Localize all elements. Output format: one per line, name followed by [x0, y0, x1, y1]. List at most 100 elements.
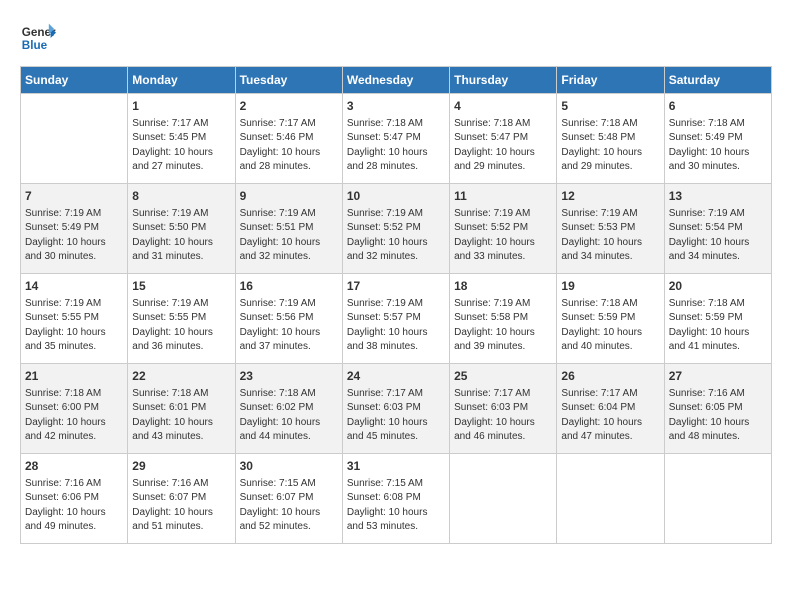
day-number: 27	[669, 368, 767, 385]
day-info: Sunrise: 7:18 AM Sunset: 5:59 PM Dayligh…	[561, 297, 659, 355]
day-info: Sunrise: 7:16 AM Sunset: 6:06 PM Dayligh…	[25, 477, 123, 535]
calendar-cell: 9 Sunrise: 7:19 AM Sunset: 5:51 PM Daylig…	[235, 184, 342, 274]
day-number: 5	[561, 98, 659, 115]
calendar-row: 1 Sunrise: 7:17 AM Sunset: 5:45 PM Daylig…	[21, 94, 772, 184]
day-info: Sunrise: 7:17 AM Sunset: 6:04 PM Dayligh…	[561, 387, 659, 445]
calendar-row: 28 Sunrise: 7:16 AM Sunset: 6:06 PM Dayli…	[21, 454, 772, 544]
calendar-cell: 10 Sunrise: 7:19 AM Sunset: 5:52 PM Dayli…	[342, 184, 449, 274]
day-info: Sunrise: 7:19 AM Sunset: 5:53 PM Dayligh…	[561, 207, 659, 265]
calendar-cell: 1 Sunrise: 7:17 AM Sunset: 5:45 PM Daylig…	[128, 94, 235, 184]
day-number: 19	[561, 278, 659, 295]
day-number: 26	[561, 368, 659, 385]
day-info: Sunrise: 7:15 AM Sunset: 6:07 PM Dayligh…	[240, 477, 338, 535]
day-number: 17	[347, 278, 445, 295]
day-info: Sunrise: 7:18 AM Sunset: 5:59 PM Dayligh…	[669, 297, 767, 355]
day-number: 4	[454, 98, 552, 115]
day-number: 31	[347, 458, 445, 475]
calendar-cell: 19 Sunrise: 7:18 AM Sunset: 5:59 PM Dayli…	[557, 274, 664, 364]
calendar-cell: 8Sunrise: 7:19 AM Sunset: 5:50 PM Daylig…	[128, 184, 235, 274]
calendar-cell: 27 Sunrise: 7:16 AM Sunset: 6:05 PM Dayli…	[664, 364, 771, 454]
weekday-header-monday: Monday	[128, 67, 235, 94]
calendar-cell: 23Sunrise: 7:18 AM Sunset: 6:02 PM Dayli…	[235, 364, 342, 454]
day-number: 11	[454, 188, 552, 205]
calendar-cell: 14 Sunrise: 7:19 AM Sunset: 5:55 PM Dayli…	[21, 274, 128, 364]
day-number: 1	[132, 98, 230, 115]
day-info: Sunrise: 7:18 AM Sunset: 6:01 PM Dayligh…	[132, 387, 230, 445]
weekday-header-wednesday: Wednesday	[342, 67, 449, 94]
calendar-row: 7 Sunrise: 7:19 AM Sunset: 5:49 PM Daylig…	[21, 184, 772, 274]
day-info: Sunrise: 7:16 AM Sunset: 6:07 PM Dayligh…	[132, 477, 230, 535]
calendar-cell: 4 Sunrise: 7:18 AM Sunset: 5:47 PM Daylig…	[450, 94, 557, 184]
day-info: Sunrise: 7:18 AM Sunset: 5:47 PM Dayligh…	[347, 117, 445, 175]
day-info: Sunrise: 7:18 AM Sunset: 6:00 PM Dayligh…	[25, 387, 123, 445]
day-info: Sunrise: 7:19 AM Sunset: 5:49 PM Dayligh…	[25, 207, 123, 265]
day-number: 21	[25, 368, 123, 385]
day-number: 22	[132, 368, 230, 385]
weekday-header-saturday: Saturday	[664, 67, 771, 94]
page-header: General Blue	[20, 20, 772, 56]
day-info: Sunrise: 7:19 AM Sunset: 5:55 PM Dayligh…	[25, 297, 123, 355]
day-info: Sunrise: 7:19 AM Sunset: 5:54 PM Dayligh…	[669, 207, 767, 265]
calendar-row: 21 Sunrise: 7:18 AM Sunset: 6:00 PM Dayli…	[21, 364, 772, 454]
day-number: 14	[25, 278, 123, 295]
day-info: Sunrise: 7:17 AM Sunset: 6:03 PM Dayligh…	[454, 387, 552, 445]
day-info: Sunrise: 7:18 AM Sunset: 5:49 PM Dayligh…	[669, 117, 767, 175]
day-number: 16	[240, 278, 338, 295]
day-number: 15	[132, 278, 230, 295]
day-info: Sunrise: 7:19 AM Sunset: 5:52 PM Dayligh…	[454, 207, 552, 265]
calendar-cell: 31 Sunrise: 7:15 AM Sunset: 6:08 PM Dayli…	[342, 454, 449, 544]
calendar-cell: 17Sunrise: 7:19 AM Sunset: 5:57 PM Dayli…	[342, 274, 449, 364]
day-number: 28	[25, 458, 123, 475]
day-info: Sunrise: 7:19 AM Sunset: 5:52 PM Dayligh…	[347, 207, 445, 265]
calendar-cell: 25Sunrise: 7:17 AM Sunset: 6:03 PM Dayli…	[450, 364, 557, 454]
day-number: 2	[240, 98, 338, 115]
day-info: Sunrise: 7:19 AM Sunset: 5:56 PM Dayligh…	[240, 297, 338, 355]
weekday-header-thursday: Thursday	[450, 67, 557, 94]
day-number: 13	[669, 188, 767, 205]
calendar-table: SundayMondayTuesdayWednesdayThursdayFrid…	[20, 66, 772, 544]
day-info: Sunrise: 7:18 AM Sunset: 5:48 PM Dayligh…	[561, 117, 659, 175]
calendar-cell: 22 Sunrise: 7:18 AM Sunset: 6:01 PM Dayli…	[128, 364, 235, 454]
calendar-cell	[557, 454, 664, 544]
calendar-cell: 29Sunrise: 7:16 AM Sunset: 6:07 PM Dayli…	[128, 454, 235, 544]
calendar-cell: 7 Sunrise: 7:19 AM Sunset: 5:49 PM Daylig…	[21, 184, 128, 274]
svg-text:Blue: Blue	[22, 39, 48, 52]
day-number: 9	[240, 188, 338, 205]
day-info: Sunrise: 7:17 AM Sunset: 5:46 PM Dayligh…	[240, 117, 338, 175]
calendar-cell: 28 Sunrise: 7:16 AM Sunset: 6:06 PM Dayli…	[21, 454, 128, 544]
calendar-cell: 13 Sunrise: 7:19 AM Sunset: 5:54 PM Dayli…	[664, 184, 771, 274]
day-number: 23	[240, 368, 338, 385]
day-info: Sunrise: 7:19 AM Sunset: 5:55 PM Dayligh…	[132, 297, 230, 355]
calendar-cell: 11 Sunrise: 7:19 AM Sunset: 5:52 PM Dayli…	[450, 184, 557, 274]
day-number: 30	[240, 458, 338, 475]
calendar-cell: 16 Sunrise: 7:19 AM Sunset: 5:56 PM Dayli…	[235, 274, 342, 364]
weekday-header-friday: Friday	[557, 67, 664, 94]
calendar-cell: 3 Sunrise: 7:18 AM Sunset: 5:47 PM Daylig…	[342, 94, 449, 184]
logo: General Blue	[20, 20, 56, 56]
day-info: Sunrise: 7:19 AM Sunset: 5:58 PM Dayligh…	[454, 297, 552, 355]
calendar-cell: 18 Sunrise: 7:19 AM Sunset: 5:58 PM Dayli…	[450, 274, 557, 364]
day-number: 24	[347, 368, 445, 385]
day-info: Sunrise: 7:19 AM Sunset: 5:51 PM Dayligh…	[240, 207, 338, 265]
weekday-header-sunday: Sunday	[21, 67, 128, 94]
day-number: 7	[25, 188, 123, 205]
weekday-header-tuesday: Tuesday	[235, 67, 342, 94]
day-number: 10	[347, 188, 445, 205]
day-info: Sunrise: 7:17 AM Sunset: 6:03 PM Dayligh…	[347, 387, 445, 445]
day-info: Sunrise: 7:18 AM Sunset: 5:47 PM Dayligh…	[454, 117, 552, 175]
day-info: Sunrise: 7:17 AM Sunset: 5:45 PM Dayligh…	[132, 117, 230, 175]
logo-icon: General Blue	[20, 20, 56, 56]
calendar-cell	[664, 454, 771, 544]
day-number: 12	[561, 188, 659, 205]
calendar-cell: 24 Sunrise: 7:17 AM Sunset: 6:03 PM Dayli…	[342, 364, 449, 454]
day-info: Sunrise: 7:15 AM Sunset: 6:08 PM Dayligh…	[347, 477, 445, 535]
calendar-cell: 26 Sunrise: 7:17 AM Sunset: 6:04 PM Dayli…	[557, 364, 664, 454]
calendar-cell: 6 Sunrise: 7:18 AM Sunset: 5:49 PM Daylig…	[664, 94, 771, 184]
day-number: 18	[454, 278, 552, 295]
calendar-row: 14 Sunrise: 7:19 AM Sunset: 5:55 PM Dayli…	[21, 274, 772, 364]
calendar-cell	[21, 94, 128, 184]
day-number: 3	[347, 98, 445, 115]
calendar-cell: 21 Sunrise: 7:18 AM Sunset: 6:00 PM Dayli…	[21, 364, 128, 454]
day-number: 6	[669, 98, 767, 115]
day-info: Sunrise: 7:16 AM Sunset: 6:05 PM Dayligh…	[669, 387, 767, 445]
